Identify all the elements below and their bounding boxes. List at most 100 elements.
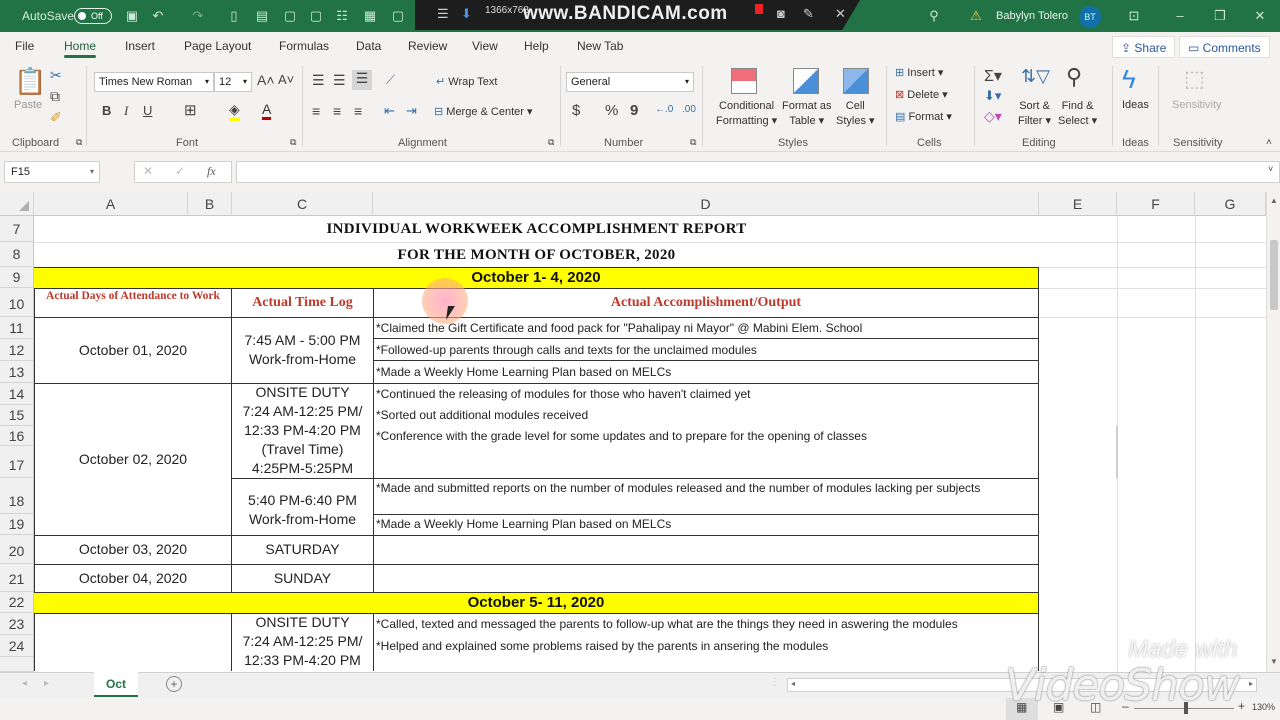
formula-input[interactable]	[236, 161, 1280, 183]
prev-sheet-icon[interactable]: ◂	[22, 678, 27, 689]
row-header[interactable]: 24	[0, 635, 34, 657]
scroll-down-icon[interactable]: ▼	[1270, 657, 1278, 666]
tab-split-handle[interactable]: ⋮	[770, 677, 780, 688]
orientation-icon[interactable]: ⟋	[386, 72, 395, 88]
row-header[interactable]: 14	[0, 383, 34, 405]
tab-view[interactable]: View	[472, 32, 498, 60]
font-family-dropdown[interactable]: Times New Roman ▾	[94, 72, 214, 92]
time-log-cell[interactable]: 7:45 AM - 5:00 PM Work-from-Home	[231, 317, 374, 384]
undo-icon[interactable]: ↶	[150, 8, 166, 24]
header-attendance-days[interactable]: Actual Days of Attendance to Work	[34, 288, 232, 318]
collapse-ribbon-icon[interactable]: ˄	[1266, 137, 1272, 148]
scroll-up-icon[interactable]: ▲	[1270, 196, 1278, 205]
cell-styles-button[interactable]: Cell Styles ▾	[836, 99, 875, 129]
output-cell[interactable]: *Continued the releasing of modules for …	[373, 383, 1039, 405]
chat-icon[interactable]: ▢	[390, 8, 406, 24]
output-cell[interactable]	[373, 535, 1039, 565]
format-as-table-button[interactable]: Format as Table ▾	[782, 99, 832, 129]
fill-color-icon[interactable]: ◈	[229, 101, 240, 121]
row-header[interactable]	[0, 657, 34, 672]
row-header[interactable]: 7	[0, 216, 34, 242]
week-header[interactable]: October 1- 4, 2020	[34, 267, 1039, 289]
tab-file[interactable]: File	[15, 32, 34, 60]
insert-cells-button[interactable]: ⊞ Insert ▾	[895, 66, 943, 79]
time-log-cell[interactable]: ONSITE DUTY 7:24 AM-12:25 PM/ 12:33 PM-4…	[231, 613, 374, 671]
font-size-dropdown[interactable]: 12 ▾	[214, 72, 252, 92]
output-cell[interactable]: *Followed-up parents through calls and t…	[373, 339, 1039, 361]
font-color-icon[interactable]: A	[262, 101, 272, 120]
row-header[interactable]: 18	[0, 478, 34, 514]
column-header-f[interactable]: F	[1117, 192, 1195, 216]
date-cell[interactable]: October 01, 2020	[34, 317, 232, 384]
save-icon[interactable]: ▣	[124, 8, 140, 24]
tab-new-tab[interactable]: New Tab	[577, 32, 623, 60]
format-painter-icon[interactable]: ✐	[50, 109, 62, 126]
number-format-dropdown[interactable]: General ▾	[566, 72, 694, 92]
print-preview-icon[interactable]: ▤	[254, 8, 270, 24]
fill-icon[interactable]: ⬇▾	[984, 88, 1001, 104]
conditional-formatting-icon[interactable]	[731, 68, 757, 94]
output-cell[interactable]: *Sorted out additional modules received	[373, 405, 1039, 426]
cell-styles-icon[interactable]	[843, 68, 869, 94]
ideas-button[interactable]: Ideas	[1122, 99, 1149, 111]
time-log-cell[interactable]: SUNDAY	[231, 564, 374, 593]
merge-center-button[interactable]: ⊟ Merge & Center ▾	[434, 105, 533, 118]
column-header-e[interactable]: E	[1039, 192, 1117, 216]
week-header[interactable]: October 5- 11, 2020	[34, 592, 1039, 614]
sort-filter-button[interactable]: Sort & Filter ▾	[1018, 99, 1051, 129]
scrollbar-thumb[interactable]	[1270, 240, 1278, 310]
redo-icon[interactable]: ↷	[190, 8, 206, 24]
column-header-d[interactable]: D	[373, 192, 1039, 216]
name-box[interactable]: F15 ▾	[4, 161, 100, 183]
next-sheet-icon[interactable]: ▸	[44, 678, 49, 689]
increase-indent-icon[interactable]: ⇥	[406, 103, 417, 119]
format-cells-button[interactable]: ▤ Format ▾	[895, 110, 952, 123]
output-cell[interactable]	[373, 564, 1039, 593]
increase-font-icon[interactable]: A˄	[257, 72, 275, 88]
conditional-formatting-button[interactable]: Conditional Formatting ▾	[716, 99, 777, 129]
underline-button[interactable]: U	[143, 103, 152, 118]
row-header[interactable]: 20	[0, 535, 34, 564]
bottom-align-icon[interactable]: ☰	[352, 70, 372, 90]
row-header[interactable]: 21	[0, 564, 34, 592]
autosave-toggle[interactable]: Off	[74, 8, 112, 24]
date-cell[interactable]: October 04, 2020	[34, 564, 232, 593]
currency-button[interactable]: $	[572, 102, 580, 119]
output-cell[interactable]	[373, 657, 1039, 671]
output-cell[interactable]: *Made a Weekly Home Learning Plan based …	[373, 361, 1039, 384]
paste-icon[interactable]: 📋	[14, 66, 46, 96]
ribbon-display-icon[interactable]: ⊡	[1126, 8, 1142, 24]
header-time-log[interactable]: Actual Time Log	[231, 288, 374, 318]
row-header[interactable]: 17	[0, 446, 34, 478]
delete-cells-button[interactable]: ⊠ Delete ▾	[895, 88, 948, 101]
vertical-scrollbar[interactable]: ▲ ▼	[1266, 192, 1280, 672]
row-header[interactable]: 8	[0, 242, 34, 267]
decrease-indent-icon[interactable]: ⇤	[384, 103, 395, 119]
date-cell[interactable]	[34, 613, 232, 671]
restore-icon[interactable]: ❐	[1212, 8, 1228, 24]
scroll-right-icon[interactable]: ▸	[1249, 679, 1253, 688]
italic-button[interactable]: I	[124, 103, 128, 119]
paste-button[interactable]: Paste	[14, 99, 42, 111]
header-accomplishment[interactable]: Actual Accomplishment/Output	[373, 288, 1039, 318]
align-right-icon[interactable]: ≡	[354, 103, 362, 119]
tab-help[interactable]: Help	[524, 32, 549, 60]
row-header[interactable]: 12	[0, 339, 34, 361]
increase-decimal-icon[interactable]: ←.0	[655, 104, 673, 115]
row-header[interactable]: 16	[0, 426, 34, 446]
table-icon[interactable]: ▦	[362, 8, 378, 24]
insert-function-icon[interactable]: fx	[207, 164, 216, 179]
clipboard-launcher-icon[interactable]: ⧉	[76, 137, 82, 148]
sort-filter-icon[interactable]: ⇅▽	[1021, 66, 1050, 87]
number-launcher-icon[interactable]: ⧉	[690, 137, 696, 148]
output-cell[interactable]: *Helped and explained some problems rais…	[373, 635, 1039, 657]
output-cell[interactable]: *Called, texted and messaged the parents…	[373, 613, 1039, 635]
column-header-c[interactable]: C	[232, 192, 373, 216]
scroll-left-icon[interactable]: ◂	[791, 679, 795, 688]
row-header[interactable]: 15	[0, 405, 34, 426]
column-header-b[interactable]: B	[188, 192, 232, 216]
comma-button[interactable]: 9	[630, 102, 638, 119]
comments-button[interactable]: ▭ Comments	[1179, 36, 1270, 58]
wrap-text-button[interactable]: ↵ Wrap Text	[436, 75, 497, 88]
clear-icon[interactable]: ◇▾	[984, 108, 1002, 125]
